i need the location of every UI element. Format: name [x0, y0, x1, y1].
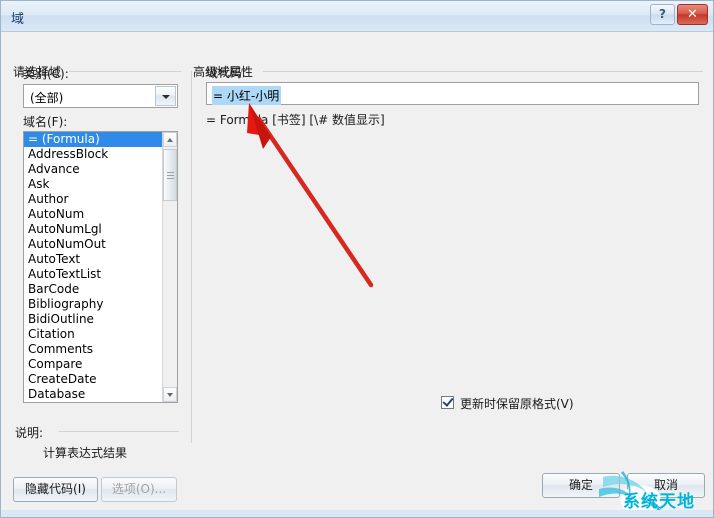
- close-button[interactable]: ✕: [677, 4, 708, 25]
- list-item[interactable]: AutoText: [24, 252, 163, 267]
- category-label: 类别(C):: [23, 67, 69, 81]
- field-dialog: 域 ? ✕ 请选择域 高级域属性 类别(C): (全部) 域名(F): = (F…: [0, 0, 714, 518]
- hide-code-button[interactable]: 隐藏代码(I): [13, 477, 98, 502]
- title-bar: 域 ? ✕: [1, 1, 713, 32]
- list-item[interactable]: AutoNumOut: [24, 237, 163, 252]
- fieldcode-input[interactable]: = 小红-小明: [206, 82, 699, 105]
- panel-separator: [191, 71, 192, 443]
- list-item[interactable]: AutoTextList: [24, 267, 163, 282]
- fieldcode-label: 域代码:: [206, 66, 247, 80]
- preserve-format-label: 更新时保留原格式(V): [460, 397, 574, 411]
- right-header-rule: [263, 71, 703, 72]
- list-item[interactable]: = (Formula): [24, 132, 163, 147]
- list-item[interactable]: AddressBlock: [24, 147, 163, 162]
- ok-button[interactable]: 确定: [542, 473, 620, 498]
- list-item[interactable]: Author: [24, 192, 163, 207]
- list-item[interactable]: Advance: [24, 162, 163, 177]
- list-item[interactable]: BarCode: [24, 282, 163, 297]
- chevron-down-icon[interactable]: [155, 86, 176, 106]
- list-item[interactable]: AutoNum: [24, 207, 163, 222]
- scroll-up-icon[interactable]: [163, 132, 177, 147]
- help-button[interactable]: ?: [650, 4, 675, 25]
- left-header-rule: [69, 71, 181, 72]
- list-item[interactable]: BidiOutline: [24, 312, 163, 327]
- fieldname-list-items: = (Formula) AddressBlock Advance Ask Author A…: [24, 132, 163, 402]
- category-dropdown[interactable]: (全部): [23, 84, 178, 108]
- syntax-hint: = Formula [书签] [\# 数值显示]: [206, 113, 385, 127]
- list-item[interactable]: Citation: [24, 327, 163, 342]
- description-text: 计算表达式结果: [43, 446, 128, 460]
- bottom-strip: [1, 510, 713, 517]
- category-value: (全部): [30, 91, 64, 105]
- fieldcode-value: = 小红-小明: [212, 86, 282, 105]
- cancel-button[interactable]: 取消: [627, 473, 705, 498]
- scroll-down-icon[interactable]: [163, 387, 177, 402]
- options-button[interactable]: 选项(O)...: [101, 477, 177, 502]
- window-title: 域: [11, 12, 25, 27]
- listbox-scrollbar[interactable]: [162, 132, 177, 402]
- preserve-format-checkbox[interactable]: [441, 395, 454, 409]
- scrollbar-thumb[interactable]: [163, 149, 177, 201]
- fieldname-listbox[interactable]: = (Formula) AddressBlock Advance Ask Author A…: [23, 131, 178, 403]
- list-item[interactable]: Ask: [24, 177, 163, 192]
- description-label: 说明:: [15, 426, 44, 440]
- list-item[interactable]: Compare: [24, 357, 163, 372]
- list-item[interactable]: Bibliography: [24, 297, 163, 312]
- list-item[interactable]: AutoNumLgl: [24, 222, 163, 237]
- list-item[interactable]: Database: [24, 387, 163, 402]
- list-item[interactable]: Comments: [24, 342, 163, 357]
- list-item[interactable]: CreateDate: [24, 372, 163, 387]
- fieldname-label: 域名(F):: [23, 115, 68, 129]
- description-rule: [59, 431, 179, 432]
